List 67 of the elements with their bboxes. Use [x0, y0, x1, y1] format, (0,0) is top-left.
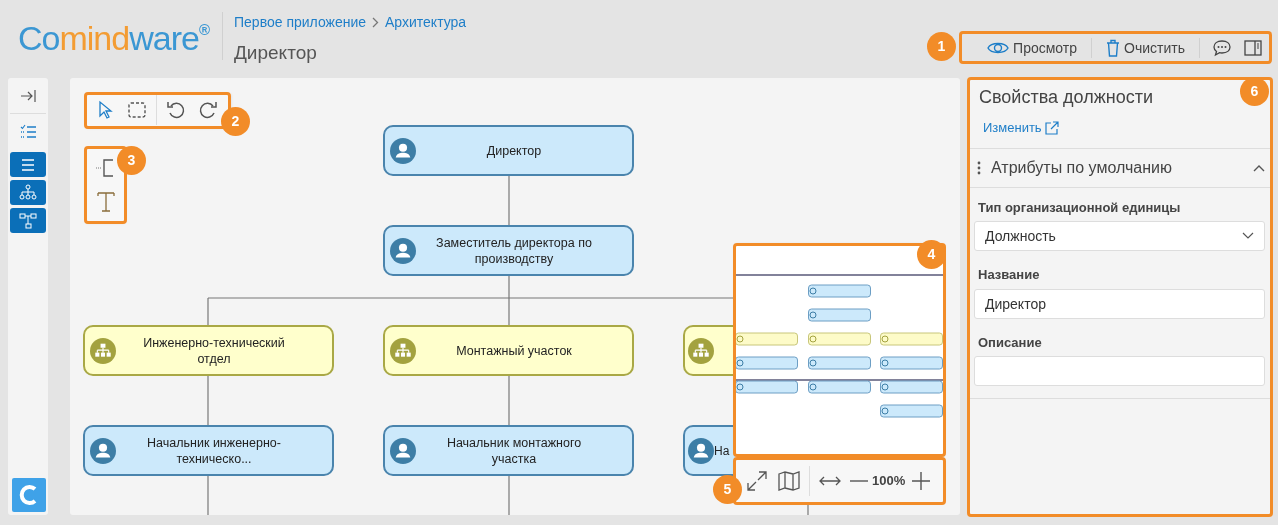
trash-icon	[1106, 39, 1121, 57]
external-link-icon	[1044, 120, 1059, 135]
org-chart-icon	[688, 337, 714, 364]
connector-line	[207, 474, 209, 515]
input-field[interactable]: Директор	[974, 288, 1265, 319]
selection-icon	[127, 100, 147, 120]
hierarchy-icon	[18, 210, 38, 231]
connector-line	[807, 502, 809, 515]
callout-badge: 1	[927, 32, 956, 61]
edit-link[interactable]: Изменить	[983, 118, 1059, 138]
eye-icon	[987, 40, 1010, 56]
field-label: Тип организационной единицы	[978, 198, 1182, 217]
map-icon	[777, 468, 801, 493]
text-icon	[95, 191, 116, 213]
input-field[interactable]	[974, 356, 1265, 386]
person-node[interactable]: Заместитель директора по производству	[383, 225, 634, 276]
node-label: Начальник монтажного участка	[445, 434, 583, 467]
org-chart-icon	[390, 337, 416, 364]
node-label: На	[714, 442, 730, 460]
field-label: Описание	[978, 333, 1043, 352]
expand-icon	[745, 468, 769, 493]
app-logo[interactable]	[12, 478, 46, 512]
preview-button[interactable]: Просмотр	[979, 35, 1086, 61]
person-icon	[390, 137, 416, 164]
person-node[interactable]: На	[683, 425, 735, 476]
drag-handle-icon	[977, 160, 981, 175]
field-label: Название	[978, 266, 1041, 284]
chevron-icon	[1242, 232, 1254, 240]
unit-node[interactable]: Инженерно-технический отдел	[83, 325, 334, 376]
person-icon	[688, 437, 714, 464]
chat-icon	[1212, 39, 1232, 57]
clear-button[interactable]: Очистить	[1098, 35, 1193, 61]
letter-c-icon	[19, 484, 39, 506]
undo-icon	[166, 100, 186, 120]
zoom-level: 100%	[872, 471, 906, 490]
person-node[interactable]: Директор	[383, 125, 634, 176]
person-icon	[390, 437, 416, 464]
unit-node[interactable]: Монтажный участок	[383, 325, 634, 376]
node-label: Начальник инженерно-техническо...	[146, 434, 282, 467]
section-title: Атрибуты по умолчанию	[991, 157, 1172, 178]
rail-button[interactable]	[10, 180, 46, 205]
node-label: Монтажный участок	[455, 342, 573, 359]
panel-icon	[1244, 40, 1262, 56]
unit-node[interactable]	[683, 325, 735, 376]
connector-line	[508, 174, 510, 226]
connector-line	[508, 374, 510, 426]
select-field[interactable]: Должность	[974, 221, 1265, 251]
panel-title: Свойства должности	[979, 86, 1153, 109]
org-chart-icon	[90, 337, 116, 364]
person-node[interactable]: Начальник монтажного участка	[383, 425, 634, 476]
rail-button[interactable]	[10, 208, 46, 233]
page-title: Директор	[234, 41, 318, 65]
logo: Comindware$^{®}$	[18, 18, 208, 59]
node-label: Заместитель директора по производству	[435, 234, 593, 267]
minus-icon	[850, 479, 868, 482]
org-chart-icon	[18, 182, 38, 203]
chevron-icon	[372, 17, 379, 28]
person-icon	[90, 437, 116, 464]
redo-icon	[198, 100, 218, 120]
node-label: Директор	[485, 142, 543, 159]
person-node[interactable]: Начальник инженерно-техническо...	[83, 425, 334, 476]
node-label: Инженерно-технический отдел	[142, 334, 286, 367]
person-icon	[390, 237, 416, 264]
section-header[interactable]: Атрибуты по умолчанию	[968, 147, 1271, 188]
rail-button[interactable]	[10, 152, 46, 177]
connector-line	[508, 474, 510, 515]
connector-line	[207, 374, 209, 426]
